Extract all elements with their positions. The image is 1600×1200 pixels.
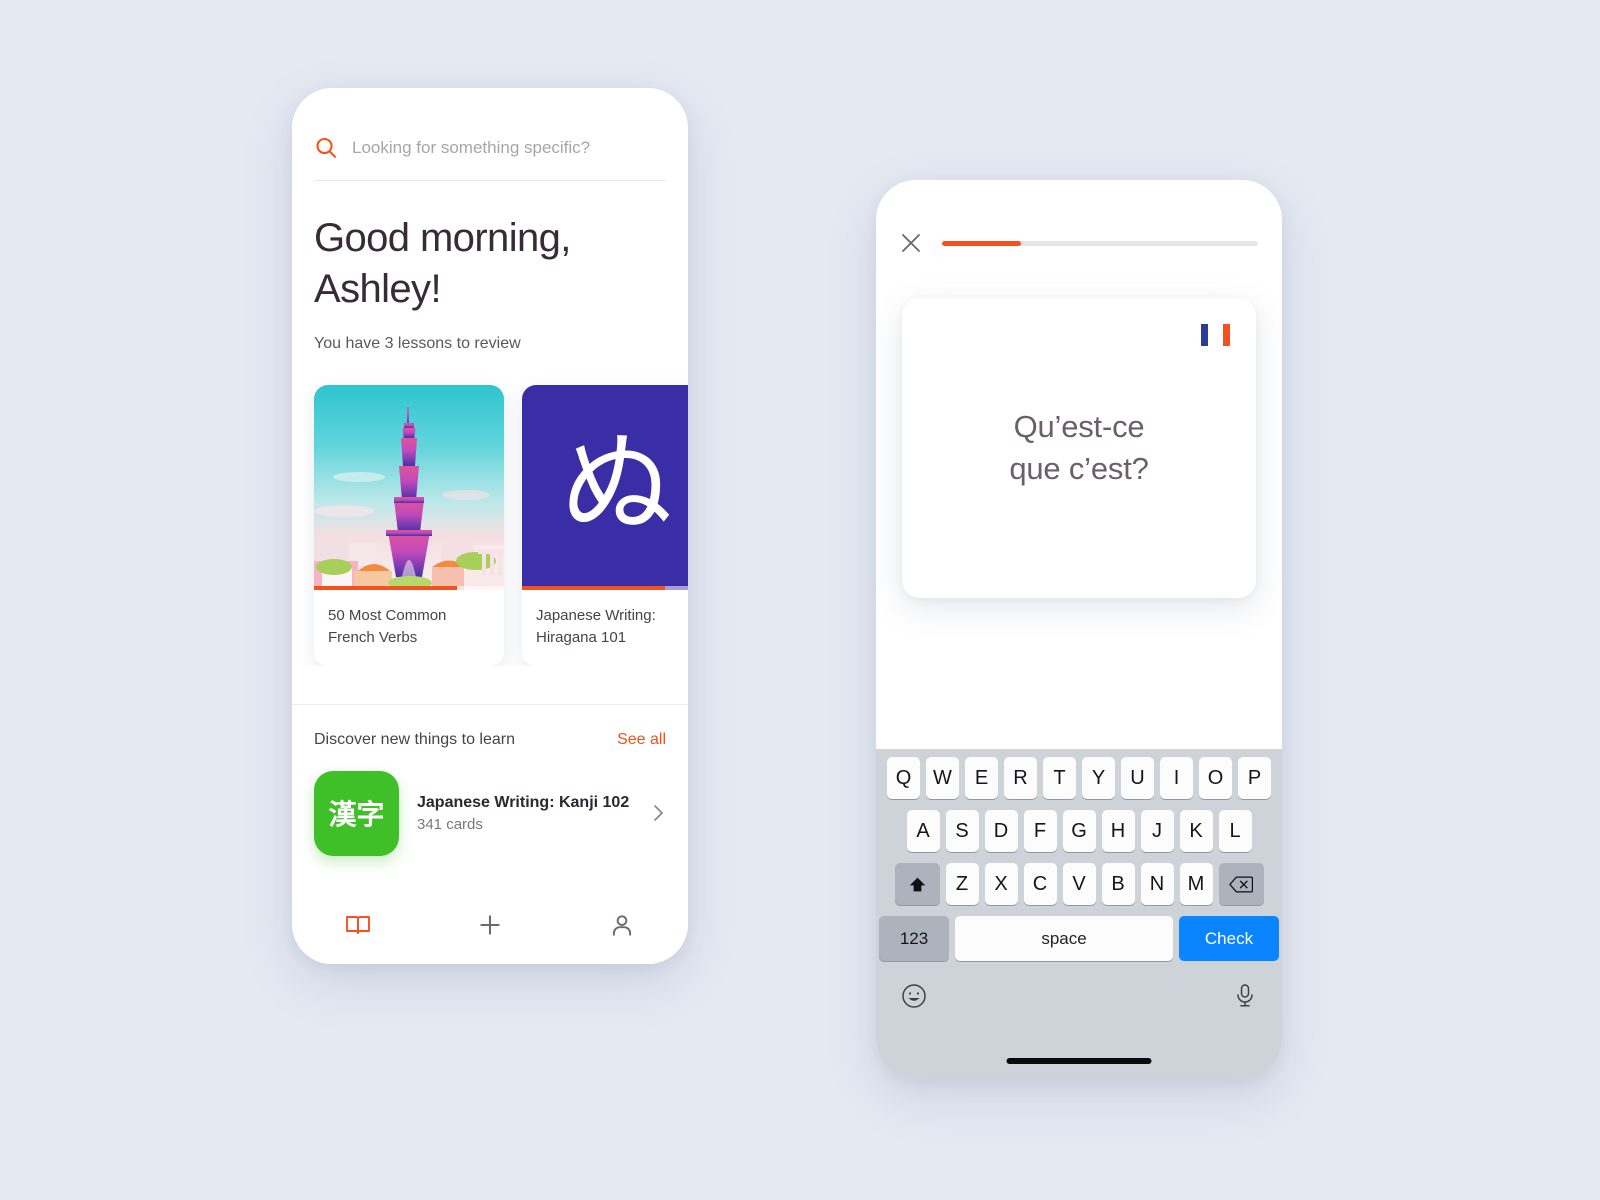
plus-icon bbox=[477, 912, 503, 938]
key-v[interactable]: V bbox=[1062, 863, 1096, 905]
backspace-icon bbox=[1229, 875, 1253, 894]
home-indicator bbox=[1006, 1058, 1152, 1064]
shift-key[interactable] bbox=[894, 863, 940, 905]
book-icon bbox=[345, 913, 371, 937]
tab-create[interactable] bbox=[424, 912, 556, 938]
bottom-tab-bar bbox=[292, 886, 688, 964]
progress-track bbox=[942, 240, 1258, 246]
list-item-text: Japanese Writing: Kanji 102 341 cards bbox=[417, 794, 634, 833]
on-screen-keyboard: Q W E R T Y U I O P A S D F G H J K L Z … bbox=[876, 749, 1282, 1079]
keyboard-accessory-row bbox=[879, 961, 1279, 1009]
see-all-link[interactable]: See all bbox=[617, 731, 666, 749]
key-b[interactable]: B bbox=[1101, 863, 1135, 905]
microphone-icon[interactable] bbox=[1233, 983, 1257, 1009]
deck-carousel[interactable]: 50 Most Common French Verbs ぬ Japanese W… bbox=[292, 353, 688, 666]
deck-art-paris bbox=[314, 385, 504, 591]
progress-fill bbox=[942, 240, 1021, 246]
key-l[interactable]: L bbox=[1218, 810, 1252, 852]
tab-profile[interactable] bbox=[556, 912, 688, 938]
kanji-glyph: 漢字 bbox=[328, 798, 385, 832]
key-d[interactable]: D bbox=[984, 810, 1018, 852]
emoji-icon[interactable] bbox=[901, 983, 927, 1009]
study-progress-bar bbox=[900, 232, 1258, 254]
deck-title: 50 Most Common French Verbs bbox=[328, 607, 447, 647]
space-key[interactable]: space bbox=[955, 916, 1173, 961]
deck-card-french[interactable]: 50 Most Common French Verbs bbox=[314, 385, 504, 666]
key-m[interactable]: M bbox=[1179, 863, 1213, 905]
numbers-key[interactable]: 123 bbox=[879, 916, 949, 961]
close-icon[interactable] bbox=[900, 232, 922, 254]
deck-thumbnail-kanji: 漢字 bbox=[314, 770, 399, 856]
key-t[interactable]: T bbox=[1043, 757, 1076, 799]
keyboard-row-4: 123 space Check bbox=[879, 916, 1279, 961]
key-k[interactable]: K bbox=[1179, 810, 1213, 852]
french-flag-icon bbox=[1201, 324, 1230, 346]
study-content: Qu’est-ce que c’est? bbox=[876, 180, 1282, 748]
person-icon bbox=[609, 912, 635, 938]
key-f[interactable]: F bbox=[1023, 810, 1057, 852]
flashcard[interactable]: Qu’est-ce que c’est? bbox=[902, 298, 1256, 598]
key-u[interactable]: U bbox=[1121, 757, 1154, 799]
discover-header: Discover new things to learn See all bbox=[292, 705, 688, 749]
screenshot-canvas: Good morning, Ashley! You have 3 lessons… bbox=[0, 0, 1600, 1200]
key-j[interactable]: J bbox=[1140, 810, 1174, 852]
keyboard-row-1: Q W E R T Y U I O P bbox=[879, 757, 1279, 799]
keyboard-row-2: A S D F G H J K L bbox=[879, 810, 1279, 852]
key-y[interactable]: Y bbox=[1082, 757, 1115, 799]
key-i[interactable]: I bbox=[1160, 757, 1193, 799]
deck-title: Japanese Writing: Hiragana 101 bbox=[536, 607, 656, 647]
key-r[interactable]: R bbox=[1004, 757, 1037, 799]
keyboard-row-3: Z X C V B N M bbox=[879, 863, 1279, 905]
deck-art-hiragana: ぬ bbox=[522, 385, 688, 591]
shift-icon bbox=[908, 875, 927, 894]
search-bar[interactable] bbox=[314, 88, 666, 170]
key-z[interactable]: Z bbox=[945, 863, 979, 905]
key-q[interactable]: Q bbox=[887, 757, 920, 799]
discover-title: Discover new things to learn bbox=[314, 730, 515, 748]
deck-progress-fill bbox=[522, 586, 665, 591]
deck-progress-track bbox=[314, 586, 504, 591]
key-s[interactable]: S bbox=[945, 810, 979, 852]
phone-home-screen: Good morning, Ashley! You have 3 lessons… bbox=[292, 88, 688, 964]
flashcard-prompt: Qu’est-ce que c’est? bbox=[1009, 409, 1149, 486]
eiffel-tower-illustration bbox=[314, 385, 504, 591]
backspace-key[interactable] bbox=[1218, 863, 1264, 905]
list-item[interactable]: 漢字 Japanese Writing: Kanji 102 341 cards bbox=[292, 749, 688, 856]
search-icon bbox=[314, 136, 338, 160]
chevron-right-icon bbox=[652, 802, 666, 824]
key-a[interactable]: A bbox=[906, 810, 940, 852]
home-header: Good morning, Ashley! You have 3 lessons… bbox=[292, 88, 688, 353]
list-item-card-count: 341 cards bbox=[417, 815, 483, 833]
key-p[interactable]: P bbox=[1238, 757, 1271, 799]
key-g[interactable]: G bbox=[1062, 810, 1096, 852]
deck-card-hiragana[interactable]: ぬ Japanese Writing: Hiragana 101 bbox=[522, 385, 688, 666]
list-item-title: Japanese Writing: Kanji 102 bbox=[417, 793, 630, 811]
deck-progress-track bbox=[522, 586, 688, 591]
key-c[interactable]: C bbox=[1023, 863, 1057, 905]
hiragana-glyph: ぬ bbox=[561, 419, 673, 550]
search-input[interactable] bbox=[352, 138, 666, 158]
phone-study-screen: Qu’est-ce que c’est? Don’t know that one… bbox=[876, 180, 1282, 1079]
key-w[interactable]: W bbox=[926, 757, 959, 799]
hiragana-glyph-tile: ぬ bbox=[522, 385, 688, 591]
check-button[interactable]: Check bbox=[1179, 916, 1279, 961]
key-n[interactable]: N bbox=[1140, 863, 1174, 905]
deck-progress-fill bbox=[314, 586, 457, 591]
lessons-to-review-text: You have 3 lessons to review bbox=[314, 335, 521, 353]
greeting-heading: Good morning, Ashley! bbox=[314, 216, 571, 312]
key-o[interactable]: O bbox=[1199, 757, 1232, 799]
key-h[interactable]: H bbox=[1101, 810, 1135, 852]
tab-library[interactable] bbox=[292, 913, 424, 937]
key-e[interactable]: E bbox=[965, 757, 998, 799]
key-x[interactable]: X bbox=[984, 863, 1018, 905]
